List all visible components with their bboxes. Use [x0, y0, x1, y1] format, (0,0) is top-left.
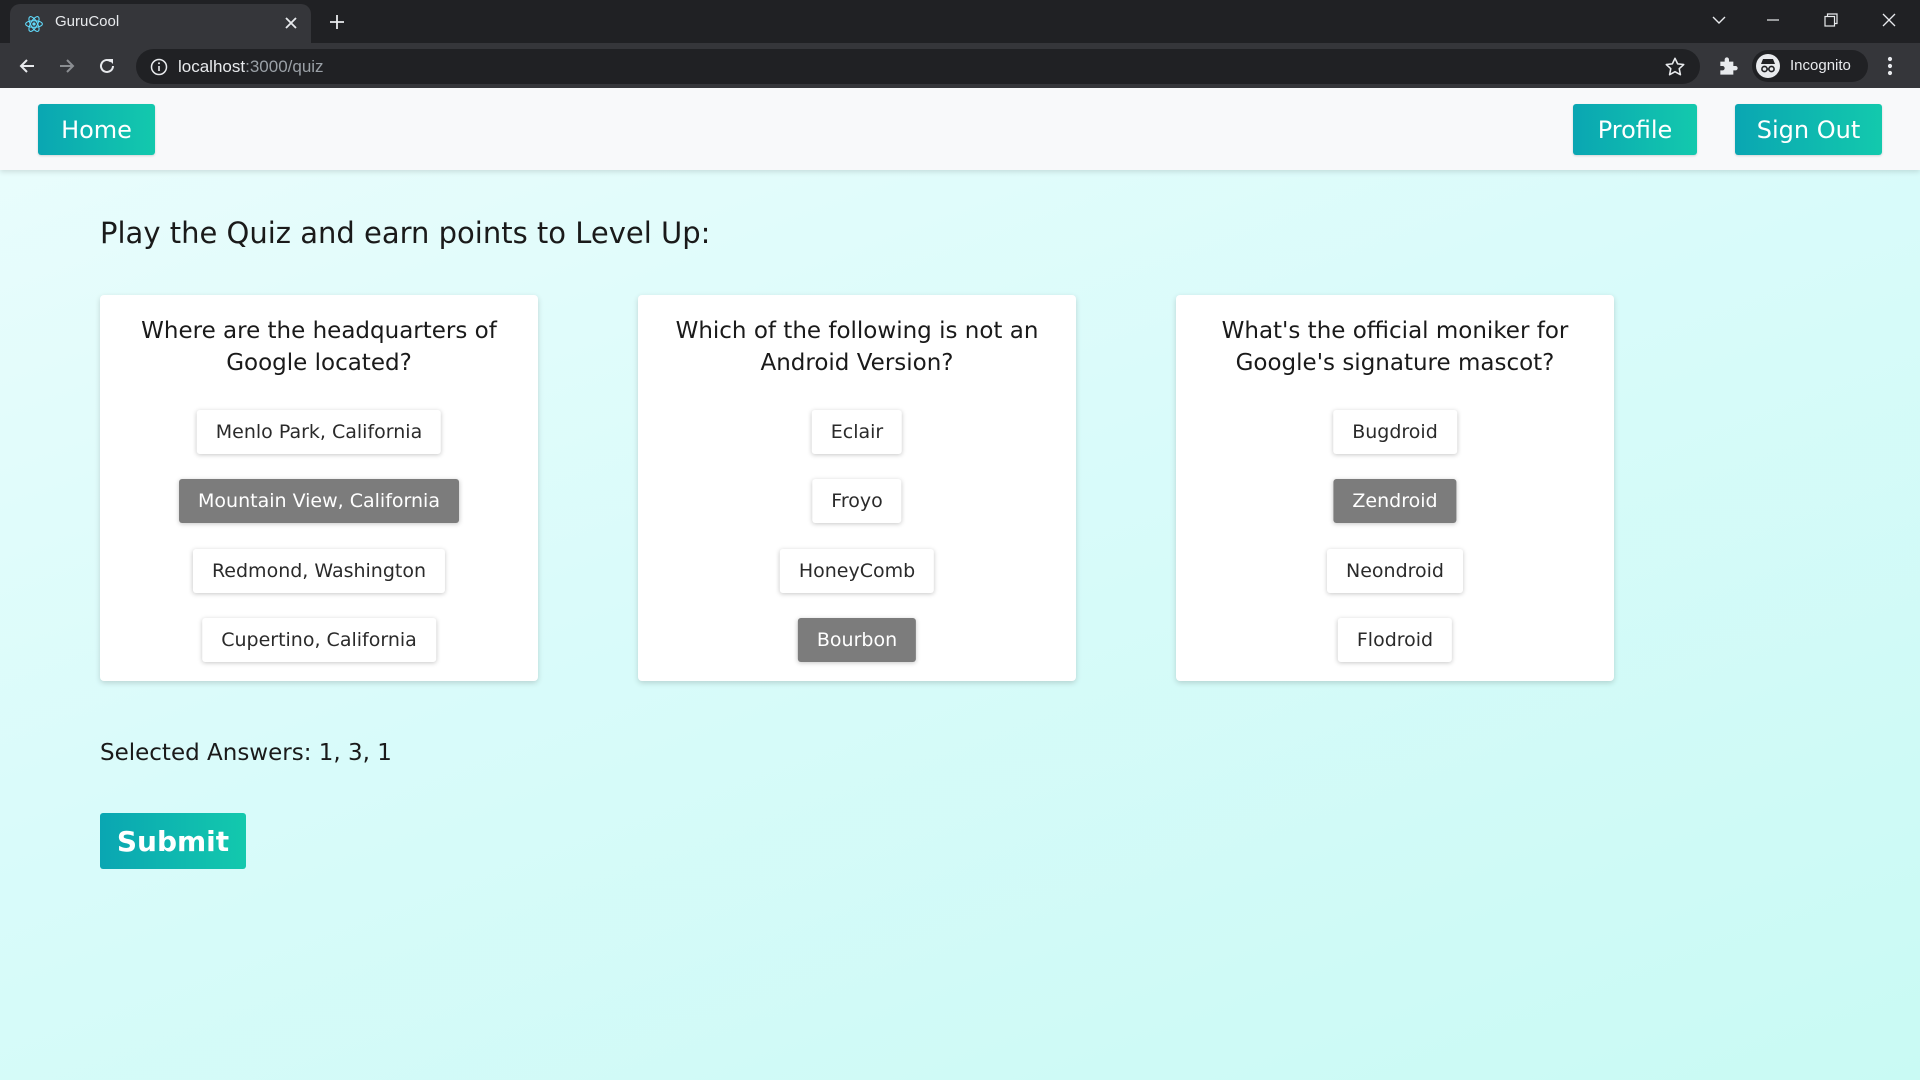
site-info-icon[interactable]	[150, 58, 168, 76]
answer-option-selected[interactable]: Mountain View, California	[179, 479, 459, 523]
restore-icon[interactable]	[1802, 0, 1860, 40]
answer-option[interactable]: Eclair	[811, 410, 903, 454]
answer-option[interactable]: Menlo Park, California	[196, 410, 442, 454]
question-text: Which of the following is not an Android…	[675, 318, 1039, 376]
react-logo-icon	[25, 16, 43, 32]
browser-tab[interactable]: GuruCool	[10, 4, 311, 43]
question-card-3: What's the official moniker for Google's…	[1176, 295, 1614, 681]
answer-option-selected[interactable]: Zendroid	[1333, 479, 1457, 523]
answer-option[interactable]: HoneyComb	[779, 549, 935, 593]
minimize-icon[interactable]	[1744, 0, 1802, 40]
answer-option[interactable]: Flodroid	[1337, 618, 1453, 662]
answer-option[interactable]: Neondroid	[1327, 549, 1463, 593]
url-text[interactable]: localhost:3000/quiz	[178, 57, 324, 77]
question-text: What's the official moniker for Google's…	[1221, 318, 1569, 376]
forward-arrow-icon[interactable]	[50, 50, 84, 82]
reload-icon[interactable]	[90, 50, 124, 82]
answer-option[interactable]: Froyo	[812, 479, 902, 523]
tab-search-chevron-icon[interactable]	[1690, 0, 1748, 40]
bookmark-star-icon[interactable]	[1664, 56, 1686, 78]
incognito-label: Incognito	[1790, 57, 1851, 74]
browser-titlebar: GuruCool	[0, 0, 1920, 43]
incognito-icon	[1756, 54, 1780, 78]
home-button[interactable]: Home	[38, 104, 155, 155]
page-title: Play the Quiz and earn points to Level U…	[100, 216, 711, 250]
answer-option[interactable]: Cupertino, California	[202, 618, 436, 662]
tab-title: GuruCool	[55, 13, 120, 30]
close-window-icon[interactable]	[1860, 0, 1918, 40]
question-card-1: Where are the headquarters of Google loc…	[100, 295, 538, 681]
back-arrow-icon[interactable]	[10, 50, 44, 82]
answer-option[interactable]: Bugdroid	[1333, 410, 1457, 454]
browser-menu-icon[interactable]	[1878, 53, 1902, 79]
question-text: Where are the headquarters of Google loc…	[141, 318, 497, 376]
question-card-2: Which of the following is not an Android…	[638, 295, 1076, 681]
address-bar[interactable]: localhost:3000/quiz	[136, 49, 1700, 84]
sign-out-button[interactable]: Sign Out	[1735, 104, 1882, 155]
submit-button[interactable]: Submit	[100, 813, 246, 869]
app-navbar: Home Profile Sign Out	[0, 88, 1920, 170]
answer-option-selected[interactable]: Bourbon	[797, 618, 917, 662]
selected-answers-text: Selected Answers: 1, 3, 1	[100, 740, 392, 766]
tab-close-icon[interactable]	[281, 13, 301, 33]
answer-option[interactable]: Redmond, Washington	[192, 549, 446, 593]
page-viewport: Home Profile Sign Out Play the Quiz and …	[0, 88, 1920, 1080]
profile-button[interactable]: Profile	[1573, 104, 1697, 155]
new-tab-plus-icon[interactable]	[322, 10, 352, 34]
incognito-profile-chip[interactable]: Incognito	[1752, 50, 1868, 82]
extensions-puzzle-icon[interactable]	[1716, 53, 1742, 79]
browser-toolbar: localhost:3000/quiz Incognito	[0, 43, 1920, 88]
